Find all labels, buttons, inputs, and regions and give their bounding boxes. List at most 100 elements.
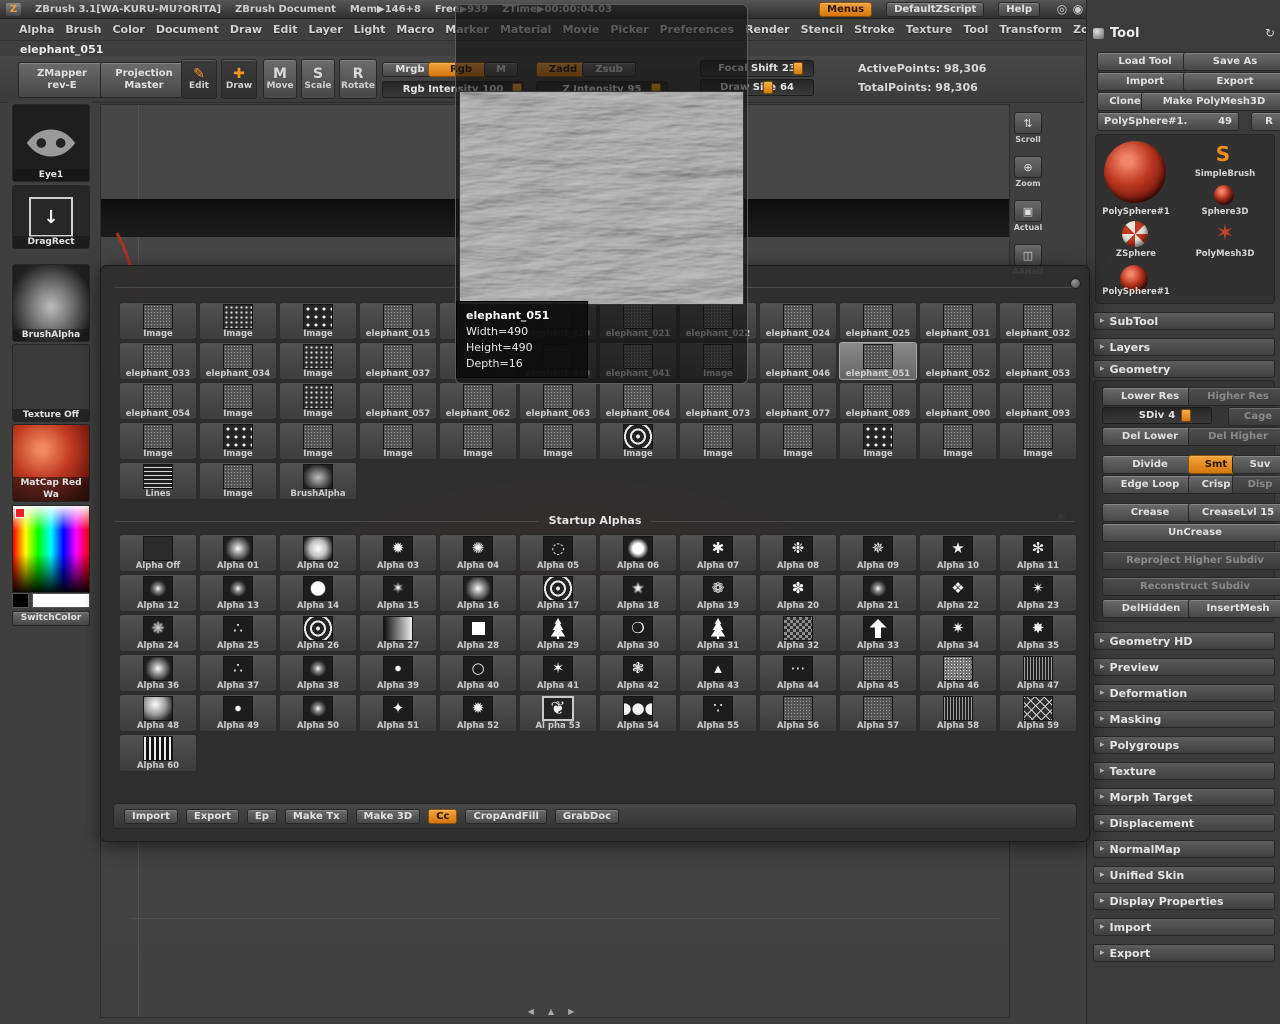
- quick-pick-icon[interactable]: ◉: [1070, 2, 1086, 16]
- alpha-item[interactable]: elephant_057: [359, 382, 437, 420]
- crease-button[interactable]: Crease: [1102, 503, 1198, 522]
- alpha-item[interactable]: ✹ Alpha 52: [439, 694, 517, 732]
- edit-button[interactable]: ✎ Edit: [181, 59, 217, 99]
- alpha-item[interactable]: ∵ Alpha 55: [679, 694, 757, 732]
- alpha-item[interactable]: Alpha 46: [919, 654, 997, 692]
- higher-res-button[interactable]: Higher Res: [1188, 387, 1280, 406]
- uncrease-button[interactable]: UnCrease: [1102, 523, 1280, 542]
- alpha-item[interactable]: Image: [599, 422, 677, 460]
- alpha-item[interactable]: Image: [199, 422, 277, 460]
- subpalette-header[interactable]: Geometry HD: [1093, 632, 1275, 650]
- zsphere-thumbnail[interactable]: [1122, 221, 1148, 247]
- scroll-right-icon[interactable]: [568, 1007, 574, 1016]
- alpha-item[interactable]: Alpha 31: [679, 614, 757, 652]
- alpha-item[interactable]: ○ Alpha 40: [439, 654, 517, 692]
- secondary-color-swatch[interactable]: [12, 593, 29, 608]
- alpha-item[interactable]: elephant_073: [679, 382, 757, 420]
- alpha-item[interactable]: elephant_090: [919, 382, 997, 420]
- scroll-icon[interactable]: ⇅: [1014, 112, 1042, 134]
- alpha-item[interactable]: elephant_031: [919, 302, 997, 340]
- alpha-item[interactable]: ❁ Alpha 19: [679, 574, 757, 612]
- alpha-item[interactable]: Image: [519, 422, 597, 460]
- polymesh3d-thumbnail[interactable]: ✶: [1212, 221, 1238, 247]
- alpha-item[interactable]: ◌ Alpha 05: [519, 534, 597, 572]
- menu-item[interactable]: Brush: [62, 21, 104, 38]
- alpha-item[interactable]: Image: [279, 302, 357, 340]
- alpha-item[interactable]: Alpha 33: [839, 614, 917, 652]
- subpalette-header[interactable]: Preview: [1093, 658, 1275, 676]
- alpha-item[interactable]: Alpha 12: [119, 574, 197, 612]
- alpha-item[interactable]: ★ Alpha 18: [599, 574, 677, 612]
- alpha-item[interactable]: Alpha 36: [119, 654, 197, 692]
- alpha-item[interactable]: ★ Alpha 10: [919, 534, 997, 572]
- alpha-item[interactable]: Alpha 14: [279, 574, 357, 612]
- alpha-item[interactable]: ❍ Alpha 30: [599, 614, 677, 652]
- primary-color-swatch[interactable]: [32, 593, 90, 608]
- alpha-item[interactable]: ❃ Alpha 42: [599, 654, 677, 692]
- alpha-item[interactable]: Alpha 47: [999, 654, 1077, 692]
- current-tool-preview[interactable]: Eye1: [12, 104, 90, 182]
- menu-item[interactable]: Texture: [903, 21, 956, 38]
- alpha-item[interactable]: ✱ Alpha 07: [679, 534, 757, 572]
- rename-button[interactable]: R: [1251, 112, 1280, 131]
- subpalette-header[interactable]: Masking: [1093, 710, 1275, 728]
- alpha-item[interactable]: Image: [119, 302, 197, 340]
- alpha-item[interactable]: Image: [199, 302, 277, 340]
- alpha-item[interactable]: ✵ Alpha 09: [839, 534, 917, 572]
- menu-item[interactable]: Stencil: [798, 21, 847, 38]
- alpha-item[interactable]: Alpha 56: [759, 694, 837, 732]
- alpha-item[interactable]: Alpha 02: [279, 534, 357, 572]
- subpalette-header[interactable]: Export: [1093, 944, 1275, 962]
- stroke-dragrect-preview[interactable]: ↓ DragRect: [12, 185, 90, 249]
- alpha-item[interactable]: ▴ Alpha 43: [679, 654, 757, 692]
- subpalette-header[interactable]: Deformation: [1093, 684, 1275, 702]
- alpha-item[interactable]: elephant_033: [119, 342, 197, 380]
- alpha-item[interactable]: ✸ Alpha 35: [999, 614, 1077, 652]
- alpha-item[interactable]: ●●● Alpha 54: [599, 694, 677, 732]
- alpha-item[interactable]: Image: [439, 422, 517, 460]
- save-as-button[interactable]: Save As: [1183, 52, 1280, 71]
- popup-button[interactable]: Import: [124, 808, 178, 824]
- cage-button[interactable]: Cage: [1228, 407, 1280, 426]
- crease-lvl-slider[interactable]: CreaseLvl 15: [1188, 503, 1280, 522]
- tool-name-field[interactable]: PolySphere#1. 49: [1097, 112, 1239, 131]
- alpha-item[interactable]: Alpha 59: [999, 694, 1077, 732]
- alpha-item[interactable]: elephant_024: [759, 302, 837, 340]
- menu-item[interactable]: Light: [351, 21, 389, 38]
- menu-item[interactable]: Color: [109, 21, 147, 38]
- alpha-item[interactable]: Alpha 38: [279, 654, 357, 692]
- alpha-item[interactable]: elephant_077: [759, 382, 837, 420]
- alpha-item[interactable]: Image: [199, 462, 277, 500]
- simplebrush-thumbnail[interactable]: S: [1208, 141, 1238, 167]
- subpalette-header[interactable]: Layers: [1093, 338, 1275, 356]
- alpha-item[interactable]: Image: [759, 422, 837, 460]
- rotate-button[interactable]: R Rotate: [339, 59, 377, 99]
- alpha-item[interactable]: ✺ Alpha 04: [439, 534, 517, 572]
- alpha-item[interactable]: elephant_032: [999, 302, 1077, 340]
- menu-item[interactable]: Draw: [227, 21, 265, 38]
- alpha-item[interactable]: elephant_051: [839, 342, 917, 380]
- zoom-icon[interactable]: ⊕: [1014, 156, 1042, 178]
- alpha-item[interactable]: Alpha 26: [279, 614, 357, 652]
- alpha-item[interactable]: elephant_093: [999, 382, 1077, 420]
- current-texture-preview[interactable]: Texture Off: [12, 344, 90, 422]
- popup-button[interactable]: Export: [185, 808, 239, 824]
- subpalette-header[interactable]: NormalMap: [1093, 840, 1275, 858]
- geometry-subpalette-header[interactable]: Geometry: [1093, 360, 1275, 378]
- popup-button[interactable]: GrabDoc: [554, 808, 620, 824]
- alpha-item[interactable]: Image: [999, 422, 1077, 460]
- menus-button[interactable]: Menus: [819, 1, 873, 17]
- alpha-item[interactable]: elephant_052: [919, 342, 997, 380]
- strip-item[interactable]: ⇅ Scroll: [1010, 112, 1046, 144]
- subpalette-header[interactable]: Polygroups: [1093, 736, 1275, 754]
- current-tool-thumbnail[interactable]: [1104, 141, 1166, 203]
- popup-button[interactable]: Cc: [428, 808, 458, 824]
- tool-import-button[interactable]: Import: [1097, 72, 1193, 91]
- alpha-item[interactable]: elephant_062: [439, 382, 517, 420]
- alpha-item[interactable]: Alpha 16: [439, 574, 517, 612]
- tool-export-button[interactable]: Export: [1183, 72, 1280, 91]
- aa-half-icon[interactable]: ◫: [1014, 244, 1042, 266]
- alpha-item[interactable]: ✹ Alpha 03: [359, 534, 437, 572]
- insert-mesh-button[interactable]: InsertMesh: [1188, 599, 1280, 618]
- scale-button[interactable]: S Scale: [301, 59, 335, 99]
